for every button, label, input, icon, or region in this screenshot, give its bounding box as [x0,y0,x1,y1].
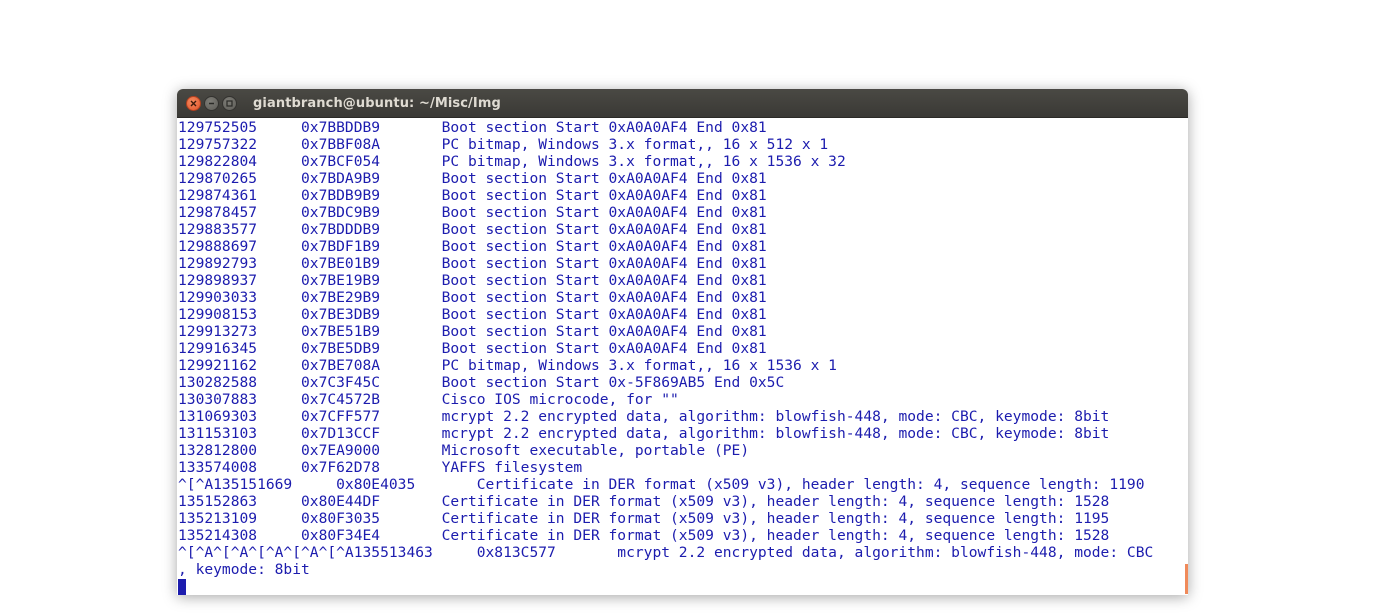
terminal-line: 135152863 0x80E44DF Certificate in DER f… [178,493,1110,510]
window-title: giantbranch@ubuntu: ~/Misc/Img [253,95,501,111]
terminal-line: 135213109 0x80F3035 Certificate in DER f… [178,510,1110,527]
terminal-line: , keymode: 8bit [178,561,310,578]
minimize-button[interactable] [204,95,219,111]
terminal-cursor-line [178,578,1188,595]
scrollbar-indicator[interactable] [1185,564,1188,594]
window-titlebar[interactable]: giantbranch@ubuntu: ~/Misc/Img [177,89,1188,118]
terminal-window: giantbranch@ubuntu: ~/Misc/Img 129752505… [177,89,1188,595]
terminal-line: 129822804 0x7BCF054 PC bitmap, Windows 3… [178,153,846,170]
terminal-line: 129898937 0x7BE19B9 Boot section Start 0… [178,272,767,289]
terminal-line: 129921162 0x7BE708A PC bitmap, Windows 3… [178,357,837,374]
terminal-line: 130282588 0x7C3F45C Boot section Start 0… [178,374,785,391]
terminal-output[interactable]: 129752505 0x7BBDDB9 Boot section Start 0… [177,118,1188,595]
minimize-icon [208,100,215,107]
terminal-line: 129913273 0x7BE51B9 Boot section Start 0… [178,323,767,340]
maximize-icon [226,99,233,107]
terminal-line: 129903033 0x7BE29B9 Boot section Start 0… [178,289,767,306]
terminal-line: 129888697 0x7BDF1B9 Boot section Start 0… [178,238,767,255]
window-controls [186,95,240,111]
terminal-line: 130307883 0x7C4572B Cisco IOS microcode,… [178,391,679,408]
terminal-line: 132812800 0x7EA9000 Microsoft executable… [178,442,750,459]
terminal-line: 129892793 0x7BE01B9 Boot section Start 0… [178,255,767,272]
terminal-line: 129878457 0x7BDC9B9 Boot section Start 0… [178,204,767,221]
terminal-line: ^[^A^[^A^[^A^[^A^[^A135513463 0x813C577 … [178,544,1154,561]
terminal-line: 129870265 0x7BDA9B9 Boot section Start 0… [178,170,767,187]
close-button[interactable] [186,95,201,111]
terminal-line: 131153103 0x7D13CCF mcrypt 2.2 encrypted… [178,425,1110,442]
terminal-lines: 129752505 0x7BBDDB9 Boot section Start 0… [178,119,1188,578]
terminal-line: 129757322 0x7BBF08A PC bitmap, Windows 3… [178,136,829,153]
terminal-line: 129908153 0x7BE3DB9 Boot section Start 0… [178,306,767,323]
terminal-line: 129916345 0x7BE5DB9 Boot section Start 0… [178,340,767,357]
close-icon [190,100,197,107]
terminal-line: 129883577 0x7BDDDB9 Boot section Start 0… [178,221,767,238]
terminal-line: ^[^A135151669 0x80E4035 Certificate in D… [178,476,1145,493]
terminal-line: 133574008 0x7F62D78 YAFFS filesystem [178,459,583,476]
terminal-line: 131069303 0x7CFF577 mcrypt 2.2 encrypted… [178,408,1110,425]
maximize-button[interactable] [222,95,237,111]
text-cursor [178,579,186,595]
terminal-line: 129874361 0x7BDB9B9 Boot section Start 0… [178,187,767,204]
terminal-line: 135214308 0x80F34E4 Certificate in DER f… [178,527,1110,544]
terminal-line: 129752505 0x7BBDDB9 Boot section Start 0… [178,119,767,136]
